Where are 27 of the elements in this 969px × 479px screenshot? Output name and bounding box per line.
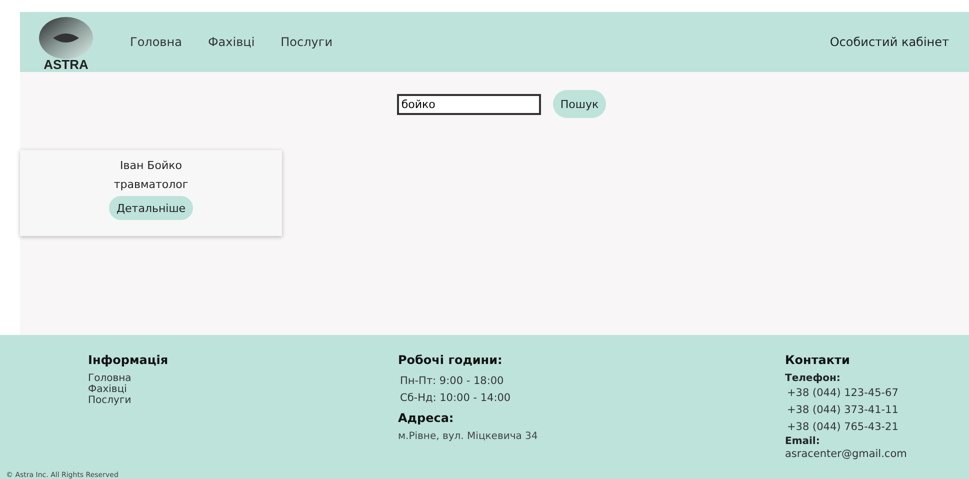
nav-link[interactable]: Фахівці [208, 35, 255, 49]
doctor-name: Іван Бойко [120, 159, 182, 172]
footer-link[interactable]: Послуги [88, 395, 398, 406]
hours-text: Сб-Нд: 10:00 - 14:00 [399, 391, 512, 406]
phone-number: +38 (044) 765-43-21 [786, 420, 900, 435]
email-label: Email: [785, 436, 821, 448]
footer-link[interactable]: Фахівці [88, 384, 398, 395]
footer-heading: Робочі години: [398, 353, 504, 367]
phone-number: +38 (044) 123-45-67 [786, 386, 900, 401]
phone-number: +38 (044) 373-41-11 [786, 403, 900, 418]
footer-heading: Контакти [785, 353, 851, 367]
address-text: м.Рівне, вул. Міцкевича 34 [398, 431, 539, 442]
logo-icon [39, 16, 93, 58]
email-text: asracenter@gmail.com [785, 448, 907, 460]
account-link[interactable]: Особистий кабінет [830, 35, 949, 49]
nav-link[interactable]: Головна [130, 35, 182, 49]
footer-heading: Адреса: [398, 411, 455, 425]
footer-link[interactable]: Головна [88, 373, 398, 384]
hours-text: Пн-Пт: 9:00 - 18:00 [399, 374, 505, 389]
logo-text: ASTRA [44, 58, 88, 72]
footer-heading: Інформація [88, 353, 170, 367]
search-button[interactable]: Пошук [553, 90, 606, 118]
nav-link[interactable]: Послуги [280, 35, 332, 49]
doctor-specialty: травматолог [114, 178, 188, 191]
details-button[interactable]: Детальніше [109, 196, 193, 220]
search-field[interactable]: бойко [397, 94, 542, 114]
phone-label: Телефон: [785, 373, 842, 385]
